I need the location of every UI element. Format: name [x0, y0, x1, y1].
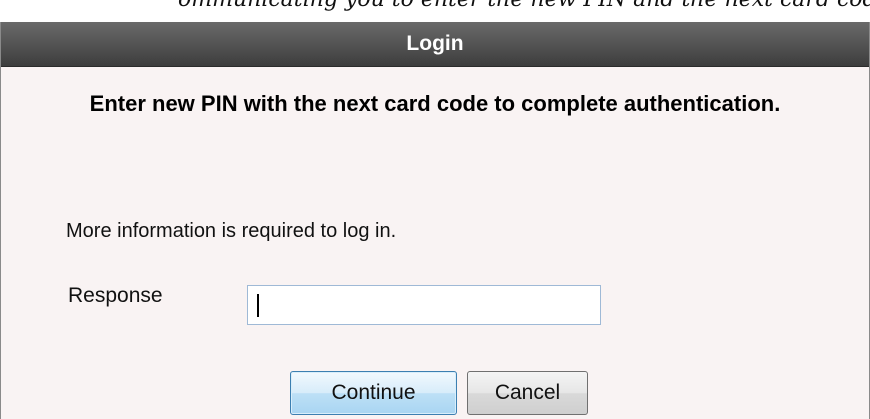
dialog-body: Enter new PIN with the next card code to… — [1, 89, 869, 415]
text-caret — [257, 294, 259, 317]
cropped-text: ommunicating you to enter the new PIN an… — [178, 0, 870, 12]
instruction-heading: Enter new PIN with the next card code to… — [89, 91, 781, 116]
dialog-title: Login — [406, 32, 464, 55]
cropped-text-fragment: ommunicating you to enter the new PIN an… — [0, 0, 870, 22]
dialog-title-bar: Login — [1, 22, 869, 67]
info-message: More information is required to log in. — [66, 220, 397, 242]
login-dialog: Login Enter new PIN with the next card c… — [0, 22, 870, 419]
response-label: Response — [68, 284, 163, 307]
continue-button[interactable]: Continue — [290, 371, 457, 415]
cancel-button[interactable]: Cancel — [467, 371, 588, 415]
response-input[interactable] — [247, 285, 601, 325]
